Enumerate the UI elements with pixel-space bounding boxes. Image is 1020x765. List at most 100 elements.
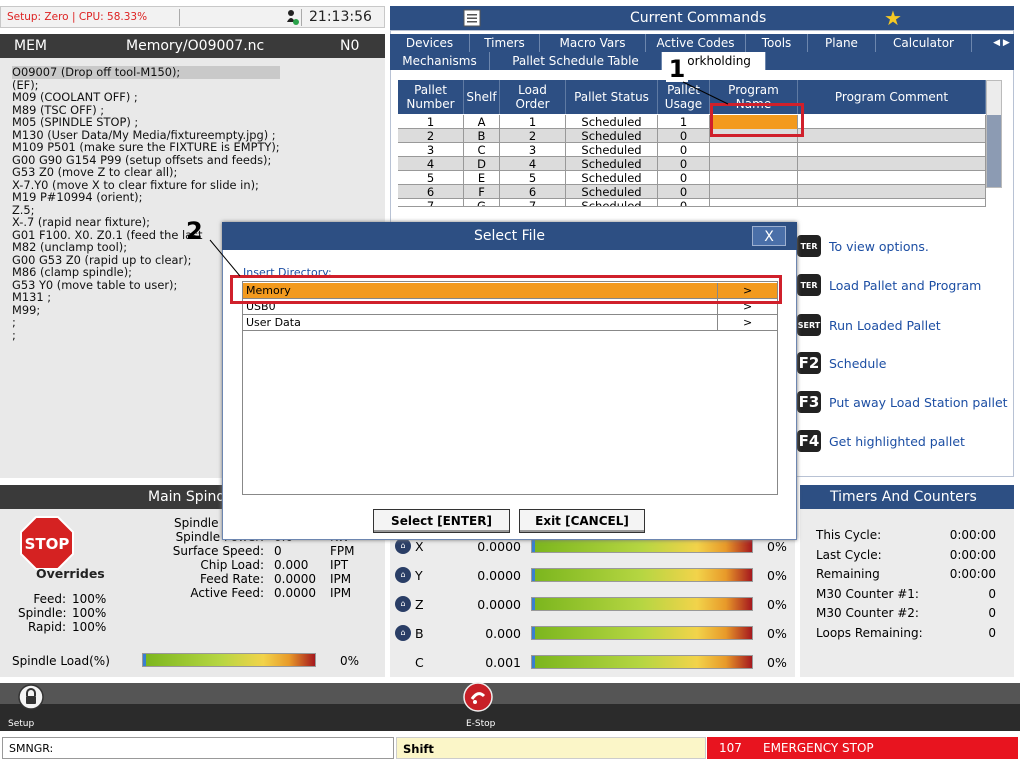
action-label: Schedule	[829, 355, 887, 371]
override-value: 100%	[72, 606, 107, 620]
table-cell: 0	[658, 199, 710, 206]
action-label: To view options.	[829, 238, 929, 254]
spindle-load-bar	[142, 653, 316, 667]
axis-name: X	[415, 539, 424, 554]
timer-row: Last Cycle: 0:00:00	[816, 548, 996, 562]
command-input-field[interactable]: SMNGR:	[2, 737, 394, 759]
axis-load-marker	[532, 598, 535, 610]
table-cell: 1	[500, 115, 566, 129]
stop-sign-icon: STOP	[20, 516, 74, 570]
dialog-close-button[interactable]: X	[752, 226, 786, 246]
tab-timers[interactable]: Timers	[470, 34, 540, 52]
table-cell: 0	[658, 171, 710, 185]
commands-subtabs: Mechanisms Pallet Schedule Table Workholdi…	[390, 52, 1014, 70]
table-row[interactable]: 3 C 3 Scheduled 0	[398, 143, 986, 157]
tab-calculator[interactable]: Calculator	[876, 34, 972, 52]
timer-value: 0:00:00	[949, 547, 996, 562]
table-row[interactable]: 6 F 6 Scheduled 0	[398, 185, 986, 199]
timer-row: M30 Counter #2: 0	[816, 606, 996, 620]
table-cell: 6	[500, 185, 566, 199]
table-row[interactable]: 2 B 2 Scheduled 0	[398, 129, 986, 143]
tab-tools[interactable]: Tools	[746, 34, 808, 52]
axis-load-bar	[531, 568, 753, 582]
timer-value: 0:00:00	[949, 528, 996, 542]
action-item[interactable]: F4 Get highlighted pallet	[797, 428, 965, 454]
key-f4-icon: F4	[797, 430, 821, 452]
callout-number-1: 1	[666, 56, 688, 82]
code-line[interactable]: M09 (COOLANT OFF) ;	[12, 91, 280, 104]
table-cell: A	[464, 115, 500, 129]
tab-plane[interactable]: Plane	[808, 34, 876, 52]
action-item[interactable]: TER To view options.	[797, 233, 929, 259]
axis-name: Z	[415, 597, 424, 612]
alarm-text: EMERGENCY STOP	[763, 741, 874, 755]
estop-icon[interactable]	[463, 682, 493, 712]
timer-value: 0	[988, 606, 996, 620]
timer-row: Remaining 0:00:00	[816, 567, 996, 581]
timer-label: Loops Remaining:	[816, 625, 923, 640]
axis-value: 0.0000	[477, 539, 521, 554]
tab-devices[interactable]: Devices	[390, 34, 470, 52]
override-label: Spindle:	[18, 606, 67, 620]
table-row[interactable]: 7 G 7 Scheduled 0	[398, 199, 986, 207]
estop-button-label[interactable]: E-Stop	[466, 719, 495, 729]
lock-icon[interactable]	[18, 684, 44, 710]
tab-scroll-arrows-icon[interactable]: ◀ ▶	[989, 34, 1014, 52]
tab-active-codes[interactable]: Active Codes	[646, 34, 746, 52]
code-line[interactable]: G53 Z0 (move Z to clear all);	[12, 166, 280, 179]
table-cell: Scheduled	[566, 199, 658, 206]
timer-label: This Cycle:	[816, 528, 882, 542]
axis-b-icon: ⌂	[395, 625, 411, 641]
timer-row: Loops Remaining: 0	[816, 626, 996, 640]
menu-icon[interactable]	[462, 8, 482, 28]
axis-row: C 0.001 0%	[395, 652, 795, 674]
callout-number-2: 2	[186, 217, 203, 245]
table-cell: Scheduled	[566, 115, 658, 129]
favorite-star-icon[interactable]: ★	[884, 6, 902, 30]
axis-load-bar	[531, 626, 753, 640]
dialog-title: Select File	[222, 222, 797, 250]
axis-load-marker	[532, 540, 535, 552]
timer-value: 0:00:00	[949, 567, 996, 581]
table-scrollbar-thumb[interactable]	[987, 115, 1001, 187]
table-cell: 2	[398, 129, 464, 143]
table-row[interactable]: 4 D 4 Scheduled 0	[398, 157, 986, 171]
table-cell: G	[464, 199, 500, 206]
code-line[interactable]: M19 P#10994 (orient);	[12, 191, 280, 204]
spindle-stat-label: Feed Rate:	[199, 572, 264, 586]
file-row-user-data[interactable]: User Data >	[243, 315, 777, 331]
spindle-stat-unit: IPT	[330, 558, 349, 572]
table-header: Pallet Number	[398, 80, 464, 114]
callout-box-2	[230, 275, 782, 304]
divider	[179, 9, 180, 26]
divider	[301, 9, 302, 26]
table-row[interactable]: 1 A 1 Scheduled 1	[398, 115, 986, 129]
action-item[interactable]: F3 Put away Load Station pallet	[797, 389, 1008, 415]
table-cell: 6	[398, 185, 464, 199]
axis-value: 0.000	[485, 626, 521, 641]
action-item[interactable]: TER Load Pallet and Program	[797, 272, 981, 298]
action-item[interactable]: F2 Schedule	[797, 350, 886, 376]
table-cell	[798, 157, 986, 171]
table-cell: Scheduled	[566, 157, 658, 171]
table-cell: 1	[398, 115, 464, 129]
code-line[interactable]: O09007 (Drop off tool-M150);	[12, 66, 280, 79]
table-row[interactable]: 5 E 5 Scheduled 0	[398, 171, 986, 185]
select-button[interactable]: Select [ENTER]	[373, 509, 510, 533]
table-cell: 5	[500, 171, 566, 185]
subtab-mechanisms[interactable]: Mechanisms	[390, 52, 490, 70]
clock: 21:13:56	[309, 9, 372, 25]
code-line[interactable]: M109 P501 (make sure the FIXTURE is EMPT…	[12, 141, 280, 154]
commands-tabs: Devices Timers Macro Vars Active Codes Tools…	[390, 34, 1014, 52]
bottom-toolbar-strip	[0, 704, 1020, 731]
subtab-pallet-schedule-table[interactable]: Pallet Schedule Table	[490, 52, 662, 70]
code-line[interactable]: M05 (SPINDLE STOP) ;	[12, 116, 280, 129]
setup-button-label[interactable]: Setup	[8, 719, 34, 729]
axis-load-percent: 0%	[767, 597, 787, 612]
exit-button[interactable]: Exit [CANCEL]	[519, 509, 645, 533]
alarm-bar[interactable]: 107 EMERGENCY STOP	[707, 737, 1018, 759]
table-cell: Scheduled	[566, 143, 658, 157]
tab-macro-vars[interactable]: Macro Vars	[540, 34, 646, 52]
table-cell	[710, 157, 798, 171]
action-item[interactable]: SERT Run Loaded Pallet	[797, 312, 941, 338]
